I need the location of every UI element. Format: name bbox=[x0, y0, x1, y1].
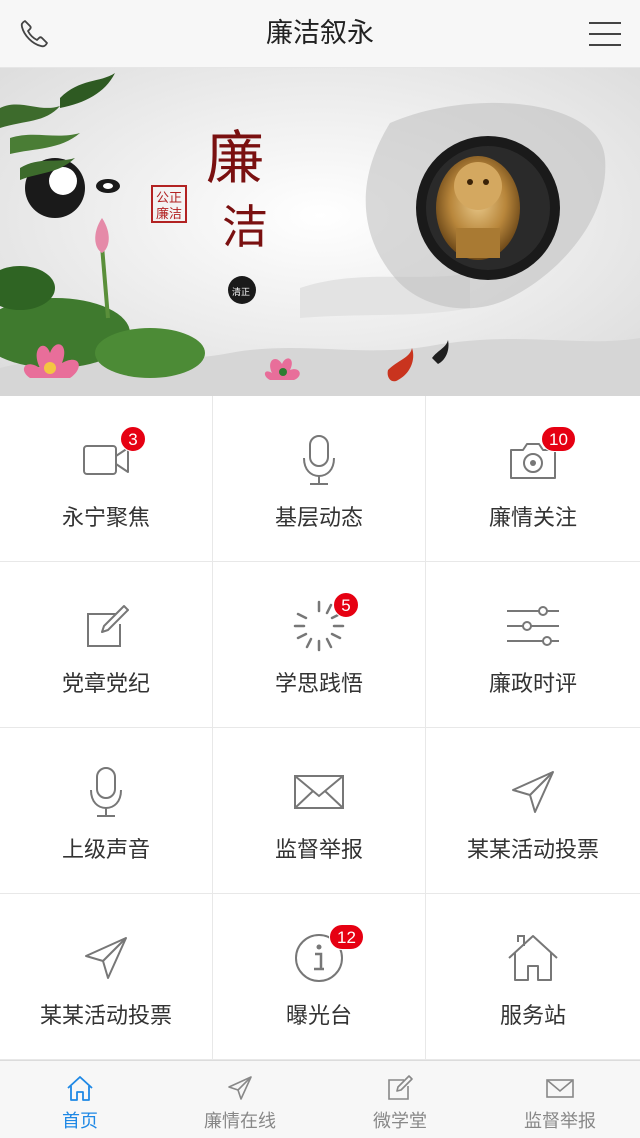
feature-grid: 3 永宁聚焦 基层动态 10 廉情关注 党章党纪 5 学思践悟 廉政时评 上级声… bbox=[0, 396, 640, 1060]
grid-item-label: 上级声音 bbox=[61, 838, 150, 863]
edit-icon bbox=[388, 1075, 413, 1100]
grid-item-integrity-attention[interactable]: 10 廉情关注 bbox=[426, 396, 640, 562]
home-icon bbox=[503, 928, 563, 988]
grid-item-label: 廉情关注 bbox=[488, 506, 577, 531]
info-icon: 12 bbox=[289, 924, 364, 988]
grid-item-grassroots-news[interactable]: 基层动态 bbox=[213, 396, 426, 562]
grid-item-label: 某某活动投票 bbox=[466, 838, 599, 863]
grid-item-label: 学思践悟 bbox=[274, 672, 363, 697]
notification-badge: 5 bbox=[333, 592, 359, 618]
envelope-icon bbox=[289, 762, 349, 822]
grid-item-label: 基层动态 bbox=[274, 506, 363, 531]
svg-text:清正: 清正 bbox=[232, 286, 250, 298]
grid-item-exposure-platform[interactable]: 12 曝光台 bbox=[213, 894, 426, 1060]
notification-badge: 12 bbox=[329, 924, 364, 950]
grid-item-label: 廉政时评 bbox=[488, 672, 577, 697]
loading-spinner-icon: 5 bbox=[289, 592, 359, 656]
grid-item-activity-vote-1[interactable]: 某某活动投票 bbox=[426, 728, 640, 894]
sliders-icon bbox=[503, 596, 563, 656]
grid-item-label: 永宁聚焦 bbox=[61, 506, 150, 531]
top-header: 廉洁叙永 bbox=[0, 0, 640, 68]
notification-badge: 10 bbox=[541, 426, 576, 452]
grid-item-yongning-focus[interactable]: 3 永宁聚焦 bbox=[0, 396, 213, 562]
banner-illustration: 廉 洁 公正 廉洁 清正 bbox=[0, 68, 640, 396]
grid-item-superior-voice[interactable]: 上级声音 bbox=[0, 728, 213, 894]
grid-item-study-reflect[interactable]: 5 学思践悟 bbox=[213, 562, 426, 728]
camera-icon: 10 bbox=[503, 426, 576, 490]
grid-item-label: 党章党纪 bbox=[61, 672, 150, 697]
grid-item-label: 某某活动投票 bbox=[39, 1004, 172, 1029]
tab-label: 监督举报 bbox=[524, 1111, 596, 1132]
edit-icon bbox=[76, 596, 136, 656]
svg-text:公正: 公正 bbox=[156, 191, 182, 206]
send-arrow-icon bbox=[76, 928, 136, 988]
microphone-icon bbox=[76, 762, 136, 822]
svg-text:廉洁: 廉洁 bbox=[156, 206, 182, 222]
grid-item-activity-vote-2[interactable]: 某某活动投票 bbox=[0, 894, 213, 1060]
grid-item-label: 曝光台 bbox=[285, 1004, 352, 1029]
notification-badge: 3 bbox=[120, 426, 146, 452]
menu-icon[interactable] bbox=[588, 20, 622, 48]
microphone-icon bbox=[289, 430, 349, 490]
video-camera-icon: 3 bbox=[76, 426, 146, 490]
grid-item-label: 监督举报 bbox=[274, 838, 363, 863]
banner-calligraphy-2: 洁 bbox=[222, 200, 268, 254]
hero-banner[interactable]: 廉 洁 公正 廉洁 清正 bbox=[0, 68, 640, 396]
tab-supervision-report[interactable]: 监督举报 bbox=[480, 1061, 640, 1138]
grid-item-service-station[interactable]: 服务站 bbox=[426, 894, 640, 1060]
banner-calligraphy-1: 廉 bbox=[206, 124, 264, 192]
grid-item-integrity-commentary[interactable]: 廉政时评 bbox=[426, 562, 640, 728]
tab-integrity-online[interactable]: 廉情在线 bbox=[160, 1061, 320, 1138]
grid-item-label: 服务站 bbox=[499, 1004, 566, 1029]
page-title: 廉洁叙永 bbox=[266, 18, 374, 49]
send-arrow-icon bbox=[228, 1076, 252, 1100]
tab-micro-class[interactable]: 微学堂 bbox=[320, 1061, 480, 1138]
home-icon bbox=[67, 1076, 93, 1101]
envelope-icon bbox=[546, 1079, 574, 1098]
tab-label: 首页 bbox=[62, 1111, 98, 1132]
tab-label: 廉情在线 bbox=[204, 1111, 276, 1132]
tab-home[interactable]: 首页 bbox=[0, 1061, 160, 1138]
grid-item-supervision-report[interactable]: 监督举报 bbox=[213, 728, 426, 894]
grid-item-party-rules[interactable]: 党章党纪 bbox=[0, 562, 213, 728]
tab-label: 微学堂 bbox=[373, 1111, 427, 1132]
bottom-tab-bar: 首页 廉情在线 微学堂 监督举报 bbox=[0, 1060, 640, 1138]
send-arrow-icon bbox=[503, 762, 563, 822]
